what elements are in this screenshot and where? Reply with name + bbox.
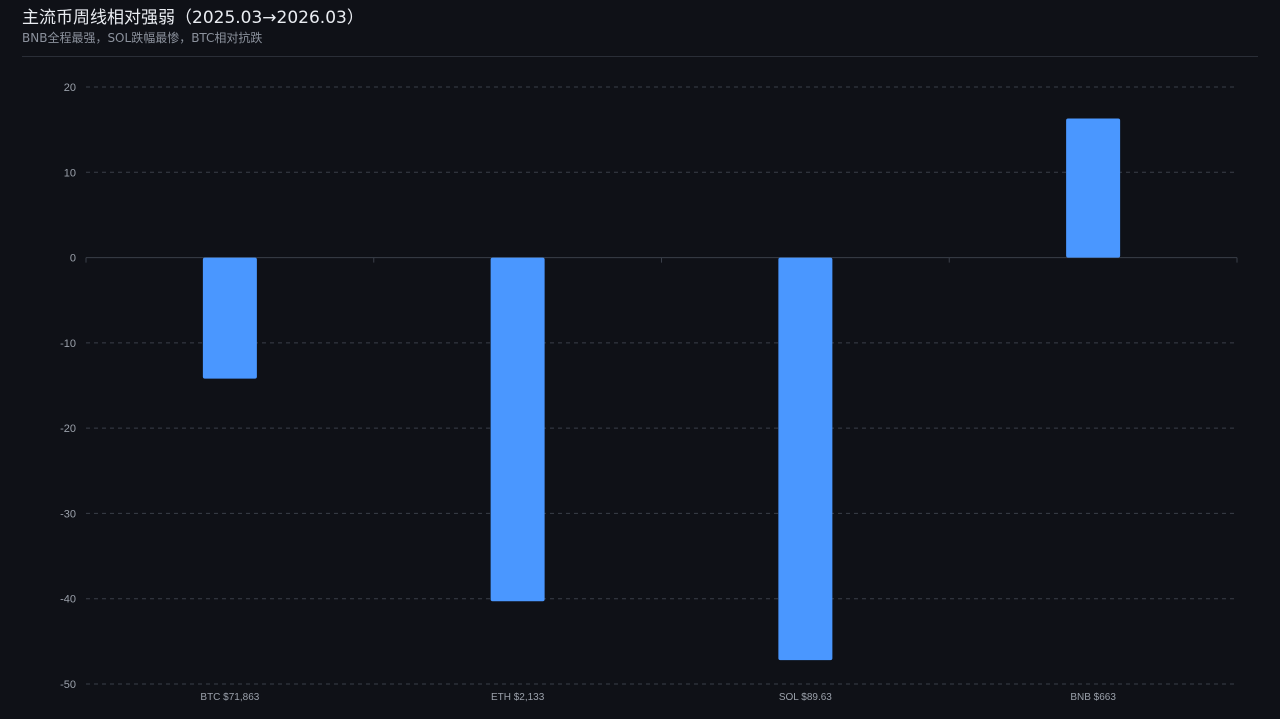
y-tick-label: -50 — [60, 679, 76, 691]
bar[interactable] — [490, 257, 545, 602]
x-tick-label: SOL $89.63 — [779, 692, 832, 703]
x-tick-label: ETH $2,133 — [491, 692, 545, 703]
grid-lines — [86, 86, 1237, 685]
bar-chart: 20 10 0 -10 -20 -30 -40 -50 BTC $71,863 ETH $2,13… — [60, 82, 1238, 703]
chart-header: 主流币周线相对强弱（2025.03→2026.03） BNB全程最强，SOL跌幅… — [22, 0, 1258, 57]
y-tick-label: -40 — [60, 594, 76, 606]
bars — [202, 118, 1121, 661]
bar[interactable] — [778, 257, 833, 661]
bar[interactable] — [1066, 118, 1121, 258]
y-tick-label: 10 — [64, 167, 76, 179]
chart-title: 主流币周线相对强弱（2025.03→2026.03） — [22, 8, 364, 28]
y-tick-label: -30 — [60, 508, 76, 520]
tick-labels: 20 10 0 -10 -20 -30 -40 -50 BTC $71,863 ETH $2,13… — [60, 82, 1116, 703]
chart-subtitle: BNB全程最强，SOL跌幅最惨，BTC相对抗跌 — [22, 31, 263, 45]
y-tick-label: 20 — [64, 82, 76, 94]
x-tick-label: BTC $71,863 — [200, 692, 259, 703]
x-tick-label: BNB $663 — [1070, 692, 1116, 703]
bar[interactable] — [202, 257, 257, 379]
y-tick-label: 0 — [70, 253, 76, 265]
y-tick-label: -20 — [60, 423, 76, 435]
y-tick-label: -10 — [60, 338, 76, 350]
axes — [85, 257, 1238, 263]
